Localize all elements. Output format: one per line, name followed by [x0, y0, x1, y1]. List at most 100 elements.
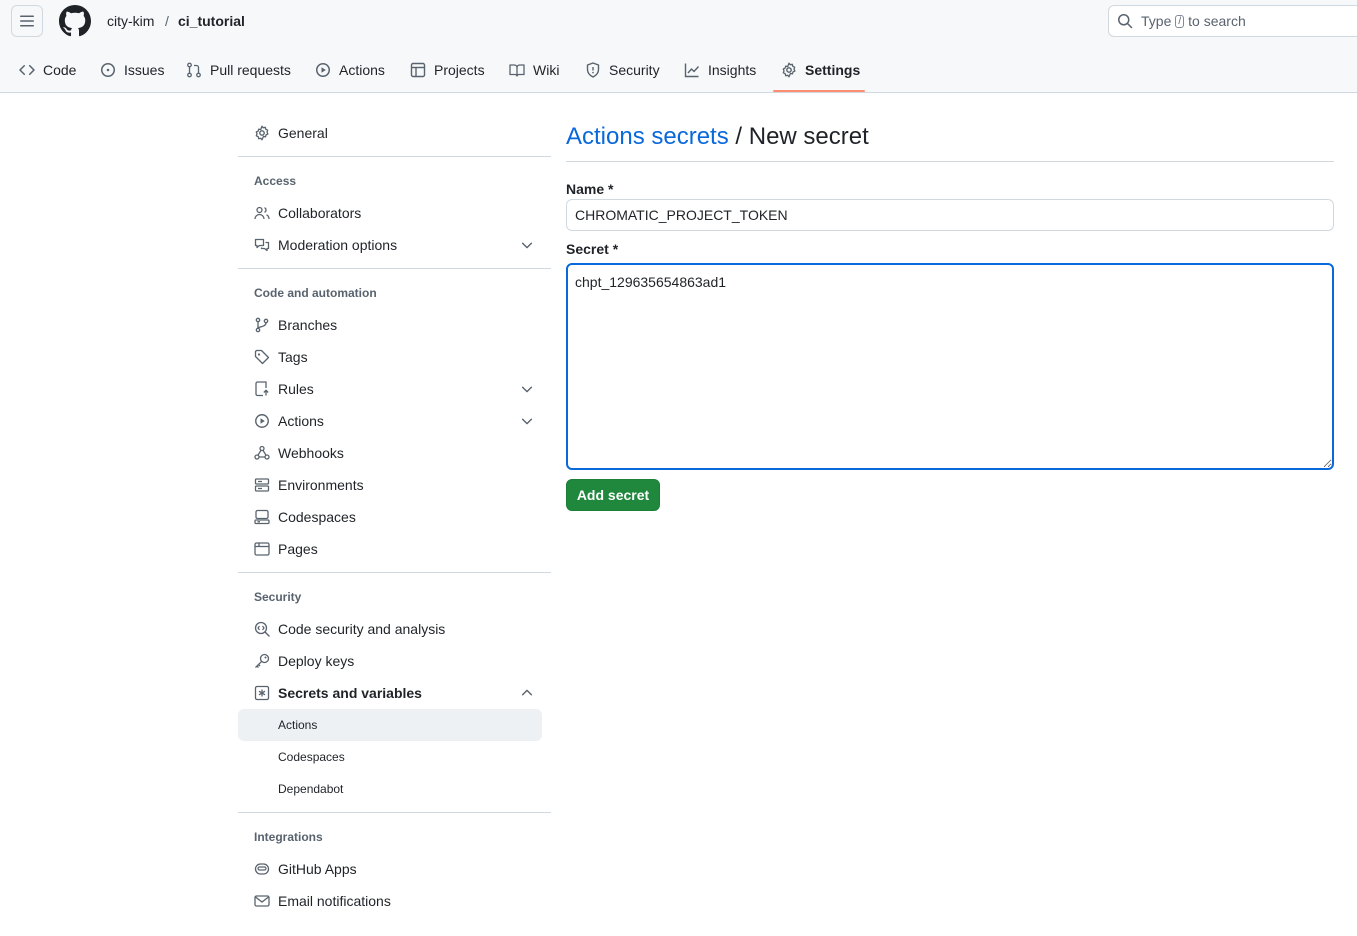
- tab-insights[interactable]: Insights: [684, 57, 756, 83]
- tab-actions[interactable]: Actions: [315, 57, 385, 83]
- server-icon: [254, 478, 270, 492]
- tab-pull-requests[interactable]: Pull requests: [186, 57, 291, 83]
- sidebar-item-label: Moderation options: [278, 237, 398, 253]
- sidebar-item-label: Pages: [278, 541, 318, 557]
- open-global-navigation-button[interactable]: [11, 5, 43, 37]
- graph-icon: [684, 63, 700, 78]
- sidebar-item-github-apps[interactable]: GitHub Apps: [238, 853, 542, 885]
- tab-label: Pull requests: [210, 62, 291, 78]
- sidebar-item-label: Tags: [278, 349, 308, 365]
- browser-icon: [254, 542, 270, 556]
- sidebar-item-tags[interactable]: Tags: [238, 341, 542, 373]
- sidebar-heading-access: Access: [254, 174, 297, 188]
- sidebar-item-secrets-and-variables[interactable]: Secrets and variables: [238, 677, 542, 709]
- sidebar-item-label: Rules: [278, 381, 314, 397]
- git-branch-icon: [255, 317, 269, 333]
- code-icon: [19, 64, 35, 76]
- actions-secrets-link[interactable]: Actions secrets: [566, 123, 729, 150]
- people-icon: [254, 206, 270, 220]
- sidebar-divider: [238, 812, 551, 813]
- sidebar-item-label: General: [278, 125, 328, 141]
- tab-settings[interactable]: Settings: [781, 57, 860, 83]
- chevron-down-icon: [521, 242, 533, 249]
- sidebar-item-label: Secrets and variables: [278, 685, 422, 701]
- sidebar-item-label: Code security and analysis: [278, 621, 446, 637]
- sidebar-item-collaborators[interactable]: Collaborators: [238, 197, 542, 229]
- repo-push-icon: [255, 381, 269, 397]
- search-placeholder-prefix: Type: [1141, 13, 1172, 29]
- sidebar-item-branches[interactable]: Branches: [238, 309, 542, 341]
- key-icon: [255, 653, 270, 668]
- tab-code[interactable]: Code: [19, 57, 76, 83]
- sidebar-item-label: Actions: [278, 413, 324, 429]
- sidebar-item-label: Codespaces: [278, 509, 356, 525]
- codescan-icon: [254, 621, 270, 637]
- sidebar-item-actions[interactable]: Actions: [238, 405, 542, 437]
- secret-label: Secret *: [566, 241, 619, 257]
- sidebar-item-webhooks[interactable]: Webhooks: [238, 437, 542, 469]
- chevron-down-icon: [521, 418, 533, 425]
- sidebar-item-deploy-keys[interactable]: Deploy keys: [238, 645, 542, 677]
- search-placeholder-suffix: to search: [1188, 13, 1246, 29]
- pull-request-icon: [187, 62, 201, 78]
- sidebar-item-code-security[interactable]: Code security and analysis: [238, 613, 542, 645]
- page-title-rest: / New secret: [735, 123, 869, 150]
- issue-icon: [101, 63, 115, 77]
- sidebar-heading-integrations: Integrations: [254, 830, 323, 844]
- hubot-icon: [254, 863, 270, 875]
- search-shortcut-key: /: [1175, 14, 1185, 28]
- tab-label: Settings: [805, 62, 861, 78]
- secret-value-textarea[interactable]: chpt_129635654863ad1: [566, 263, 1334, 470]
- tab-label: Issues: [124, 62, 165, 78]
- gear-icon: [782, 62, 796, 78]
- sidebar-item-label: Environments: [278, 477, 364, 493]
- tab-wiki[interactable]: Wiki: [509, 57, 559, 83]
- add-secret-button[interactable]: Add secret: [566, 479, 660, 511]
- sidebar-subitem-actions[interactable]: Actions: [238, 709, 542, 741]
- webhook-icon: [254, 445, 270, 460]
- breadcrumb-repo[interactable]: ci_tutorial: [178, 13, 245, 29]
- tab-label: Insights: [708, 62, 757, 78]
- sidebar-subitem-codespaces[interactable]: Codespaces: [238, 741, 542, 773]
- search-input[interactable]: Type / to search: [1108, 5, 1357, 37]
- sidebar-divider: [238, 268, 551, 269]
- tab-label: Wiki: [533, 62, 560, 78]
- sidebar-item-pages[interactable]: Pages: [238, 533, 542, 565]
- selected-tab-underline: [773, 90, 865, 92]
- breadcrumb-owner[interactable]: city-kim: [107, 13, 154, 29]
- tab-security[interactable]: Security: [585, 57, 660, 83]
- tab-label: Projects: [434, 62, 485, 78]
- tab-label: Code: [43, 62, 77, 78]
- sidebar-subitem-label: Codespaces: [278, 750, 345, 764]
- tab-label: Security: [609, 62, 660, 78]
- sidebar-subitem-label: Dependabot: [278, 782, 344, 796]
- chevron-up-icon: [521, 689, 533, 696]
- sidebar-item-email-notifications[interactable]: Email notifications: [238, 885, 542, 917]
- sidebar-item-general[interactable]: General: [238, 117, 542, 149]
- sidebar-divider: [238, 572, 551, 573]
- tag-icon: [254, 349, 270, 365]
- breadcrumb-separator: /: [165, 13, 169, 29]
- sidebar-subitem-dependabot[interactable]: Dependabot: [238, 773, 542, 805]
- title-divider: [566, 161, 1334, 162]
- sidebar-item-rules[interactable]: Rules: [238, 373, 542, 405]
- secret-name-input[interactable]: [566, 199, 1334, 231]
- name-label: Name *: [566, 181, 614, 197]
- sidebar-item-environments[interactable]: Environments: [238, 469, 542, 501]
- sidebar-item-label: Collaborators: [278, 205, 362, 221]
- tab-issues[interactable]: Issues: [100, 57, 164, 83]
- repo-header: city-kim / ci_tutorial Type / to search …: [0, 0, 1357, 93]
- github-logo-icon[interactable]: [59, 5, 91, 37]
- tab-projects[interactable]: Projects: [410, 57, 485, 83]
- shield-icon: [586, 62, 600, 78]
- sidebar-item-codespaces[interactable]: Codespaces: [238, 501, 542, 533]
- sidebar-item-moderation-options[interactable]: Moderation options: [238, 229, 542, 261]
- sidebar-heading-code-automation: Code and automation: [254, 286, 377, 300]
- play-icon: [316, 63, 330, 77]
- sidebar-subitem-label: Actions: [278, 718, 318, 732]
- sidebar-item-label: Deploy keys: [278, 653, 355, 669]
- hamburger-icon: [20, 15, 34, 27]
- sidebar-heading-security: Security: [254, 590, 302, 604]
- sidebar-item-label: Webhooks: [278, 445, 344, 461]
- codespaces-icon: [254, 509, 270, 525]
